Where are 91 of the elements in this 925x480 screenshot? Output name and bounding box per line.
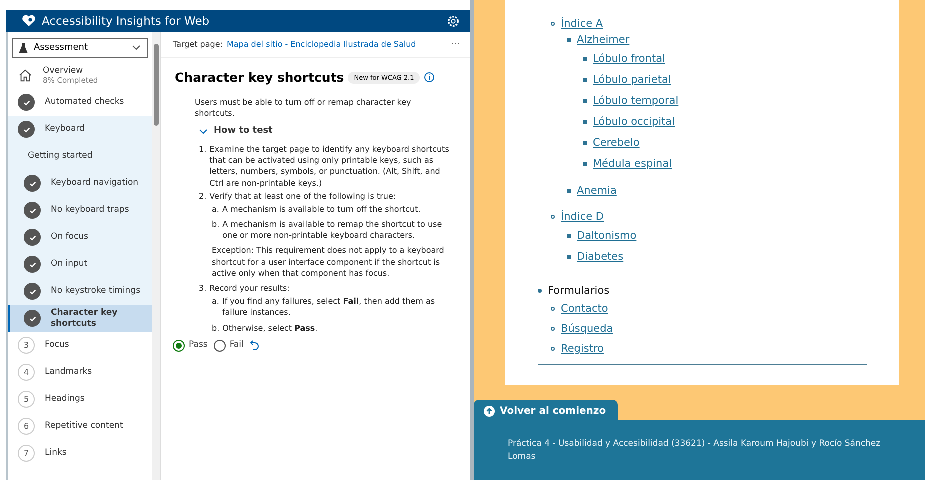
step-number: 7 <box>18 445 35 462</box>
sidebar-item[interactable]: Character key shortcuts <box>8 305 152 332</box>
check-icon <box>18 94 35 111</box>
sidebar-item[interactable]: No keystroke timings <box>8 278 152 305</box>
sidebar-item[interactable]: 6 Repetitive content <box>8 413 152 440</box>
bullet-icon <box>583 56 587 60</box>
bullet-icon <box>551 307 555 311</box>
sitemap-link[interactable]: Lóbulo temporal <box>593 94 679 106</box>
target-page-link[interactable]: Mapa del sitio - Enciclopedia Ilustrada de Salud <box>226 40 448 49</box>
step-number: 5 <box>18 391 35 408</box>
instruction-substep: b. A mechanism is available to remap the shortcut to use one or more non-printable keyboard characters. <box>212 219 444 242</box>
radio-button[interactable] <box>173 340 185 352</box>
check-icon <box>18 121 35 138</box>
sidebar-item[interactable]: Keyboard <box>8 116 152 143</box>
sidebar-item[interactable]: Automated checks <box>8 89 152 116</box>
bullet-icon <box>551 327 555 331</box>
sitemap-link[interactable]: Registro <box>561 343 604 355</box>
sitemap-link[interactable]: Lóbulo frontal <box>593 52 666 64</box>
mode-dropdown[interactable]: Assessment <box>12 38 148 58</box>
bullet-icon <box>551 347 555 351</box>
exception-note: Exception: This requirement does not apply to a keyboard shortcut for a user interface component if the shortcut is active only when that component has focus. <box>212 245 446 280</box>
radio-button[interactable] <box>214 340 226 352</box>
target-page-label: Target page: <box>173 40 223 49</box>
sitemap-link[interactable]: Diabetes <box>577 250 624 262</box>
sidebar-item[interactable]: On focus <box>8 224 152 251</box>
sitemap-link[interactable]: Lóbulo occipital <box>593 116 676 128</box>
how-to-test-toggle[interactable]: How to test <box>195 125 273 138</box>
sidebar-item[interactable]: 3 Focus <box>8 332 152 359</box>
bullet-icon <box>551 22 555 26</box>
scrollbar[interactable] <box>152 32 160 480</box>
arrow-up-icon <box>484 406 495 416</box>
radio-label: Fail <box>230 340 244 352</box>
sitemap-link[interactable]: Anemia <box>577 184 617 196</box>
footer-text: Práctica 4 - Usabilidad y Accesibilidad (33621) - Assila Karoum Hajoubi y Rocío Sánchez Lomas <box>508 438 882 464</box>
instruction-step: 1. Examine the target page to identify any keyboard shortcuts that can be activated using only printable keys, such as letters, numbers, symbols, or punctuation. (Alt, Shift, and Ctrl are non-printable keys.) <box>199 144 454 189</box>
sitemap-link[interactable]: Médula espinal <box>593 158 672 170</box>
bullet-icon <box>551 215 555 219</box>
sidebar-item[interactable]: No keyboard traps <box>8 197 152 224</box>
bullet-icon <box>538 289 542 293</box>
step-number: 4 <box>18 364 35 381</box>
step-number: 3 <box>18 337 35 354</box>
sidebar-item[interactable]: 4 Landmarks <box>8 359 152 386</box>
sitemap-link[interactable]: Búsqueda <box>561 323 614 335</box>
check-icon <box>24 175 41 192</box>
more-button[interactable]: ··· <box>451 40 460 50</box>
check-icon <box>24 202 41 219</box>
check-icon <box>24 283 41 300</box>
sidebar-item[interactable]: 7 Links <box>8 440 152 467</box>
sitemap-link[interactable]: Índice D <box>561 211 604 223</box>
sitemap-link[interactable]: Lóbulo parietal <box>593 74 672 86</box>
chevron-down-icon <box>132 45 141 51</box>
instruction-substep: a. If you find any failures, select Fail, then add them as failure instances. <box>212 296 436 319</box>
check-icon <box>24 229 41 246</box>
heart-logo-icon <box>22 15 36 27</box>
bullet-icon <box>583 120 587 124</box>
bullet-icon <box>583 78 587 82</box>
sidebar-item[interactable]: On input <box>8 251 152 278</box>
bullet-icon <box>567 38 571 42</box>
bullet-icon <box>567 188 571 192</box>
sidebar-item[interactable]: Keyboard navigation <box>8 170 152 197</box>
sitemap-link[interactable]: Daltonismo <box>577 230 637 242</box>
app-title: Accessibility Insights for Web <box>42 14 211 28</box>
check-icon <box>24 310 41 327</box>
sitemap-heading: Formularios <box>548 285 610 297</box>
bullet-icon <box>583 162 587 166</box>
instruction-substep: b. Otherwise, select Pass. <box>212 322 319 334</box>
sitemap-link[interactable]: Alzheimer <box>577 34 630 46</box>
settings-icon[interactable] <box>447 14 460 28</box>
bullet-icon <box>567 234 571 238</box>
sidebar-item[interactable]: Getting started <box>8 143 152 170</box>
sitemap-link[interactable]: Índice A <box>561 18 604 30</box>
page-heading: Character key shortcuts <box>175 70 344 85</box>
bullet-icon <box>583 98 587 102</box>
check-icon <box>24 256 41 273</box>
flask-icon <box>19 43 28 53</box>
step-number: 6 <box>18 418 35 435</box>
home-icon <box>18 68 33 83</box>
instruction-substep: a. A mechanism is available to turn off the shortcut. <box>212 204 422 216</box>
sidebar-item[interactable]: 5 Headings <box>8 386 152 413</box>
bullet-icon <box>567 254 571 258</box>
undo-icon[interactable] <box>250 340 260 352</box>
info-icon[interactable] <box>424 72 436 83</box>
description: Users must be able to turn off or remap character key shortcuts. <box>195 97 412 120</box>
sitemap-link[interactable]: Contacto <box>561 303 608 315</box>
sitemap-link[interactable]: Cerebelo <box>593 136 640 148</box>
back-to-top-link[interactable]: Volver al comienzo <box>474 400 618 420</box>
radio-label: Pass <box>189 340 208 352</box>
bullet-icon <box>583 140 587 144</box>
instruction-step: 2. Verify that at least one of the following is true: <box>199 190 454 202</box>
chevron-down-icon <box>199 128 208 135</box>
instruction-step: 3. Record your results: <box>199 283 454 294</box>
